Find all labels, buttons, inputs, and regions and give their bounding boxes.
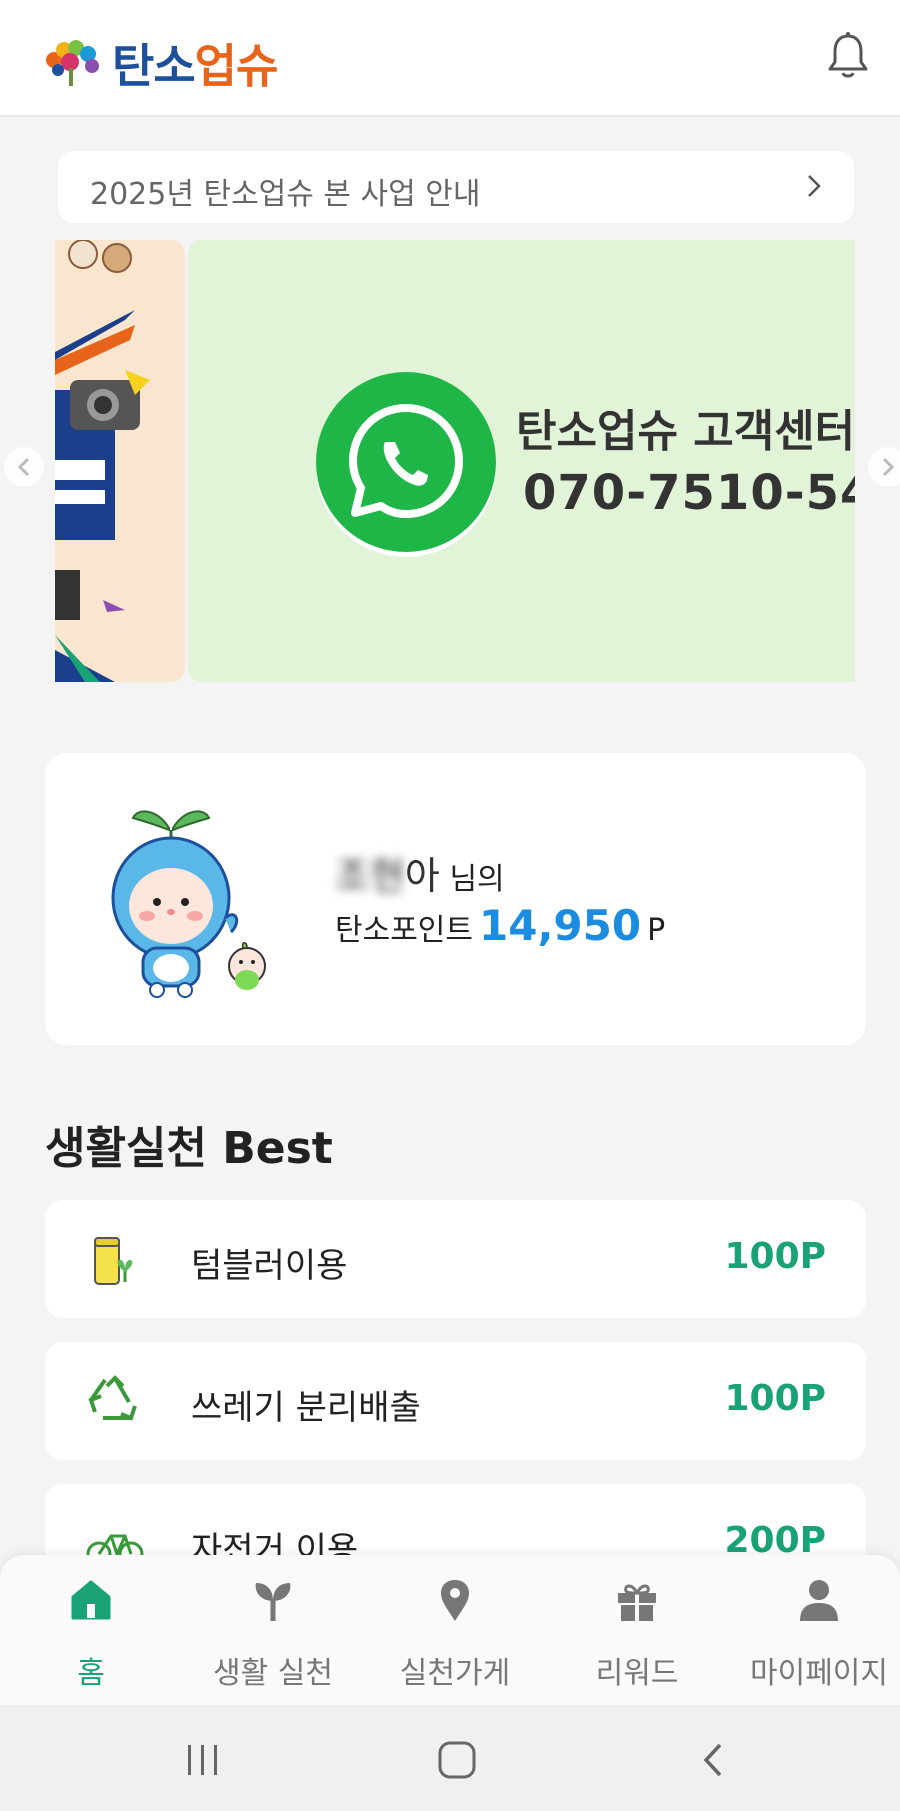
tab-reward[interactable]: 리워드 — [547, 1555, 727, 1705]
banner-slide-previous[interactable] — [55, 240, 185, 682]
points-line: 탄소포인트 14,950 P — [335, 901, 665, 950]
sprout-icon — [255, 1583, 291, 1621]
home-button-icon[interactable] — [432, 1735, 482, 1785]
tab-practice-store[interactable]: 실천가게 — [365, 1555, 545, 1705]
app-logo[interactable]: 탄소업슈 — [40, 30, 279, 96]
gift-icon — [618, 1584, 656, 1621]
points-label: 탄소포인트 — [335, 913, 473, 948]
logo-text-part1: 탄소 — [112, 39, 196, 93]
point-card[interactable]: 조현아 님의 탄소포인트 14,950 P — [45, 753, 866, 1045]
list-item-label: 텀블러이용 — [191, 1246, 348, 1286]
tab-label: 생활 실천 — [213, 1656, 333, 1691]
system-nav-bar — [0, 1705, 900, 1811]
user-name-suffix: 님의 — [449, 862, 505, 897]
banner-illustration — [55, 240, 150, 682]
tab-mypage[interactable]: 마이페이지 — [729, 1555, 900, 1705]
user-name-blurred: 조현 — [335, 854, 405, 898]
list-item-label: 쓰레기 분리배출 — [191, 1388, 421, 1428]
tab-life-practice[interactable]: 생활 실천 — [183, 1555, 363, 1705]
user-greeting: 조현아 님의 — [335, 845, 505, 900]
carousel-prev-button[interactable] — [4, 447, 44, 487]
section-title: 생활실천 Best — [45, 1123, 333, 1174]
tab-label: 마이페이지 — [750, 1656, 888, 1691]
banner-phone: 070-7510-5417 — [523, 465, 855, 521]
banner-title: 탄소업슈 고객센터 — [516, 406, 855, 457]
banner-slide-current[interactable]: 탄소업슈 고객센터 070-7510-5417 — [188, 240, 855, 682]
chevron-right-icon — [882, 457, 895, 477]
list-item-tumbler[interactable]: 텀블러이용 100P — [45, 1200, 866, 1318]
logo-text-part2: 업슈 — [194, 39, 279, 93]
banner-carousel[interactable]: 탄소업슈 고객센터 070-7510-5417 — [55, 240, 855, 682]
tab-label: 홈 — [77, 1656, 105, 1691]
home-icon — [71, 1580, 111, 1620]
list-item-points: 100P — [724, 1378, 826, 1419]
chevron-right-icon — [808, 175, 821, 197]
app-header: 탄소업슈 — [0, 0, 900, 117]
notice-text: 2025년 탄소업슈 본 사업 안내 — [90, 177, 481, 212]
tab-home[interactable]: 홈 — [1, 1555, 181, 1705]
recent-apps-icon[interactable] — [178, 1735, 228, 1785]
notice-bar[interactable]: 2025년 탄소업슈 본 사업 안내 — [58, 151, 854, 223]
back-icon[interactable] — [690, 1735, 740, 1785]
list-item-recycle[interactable]: 쓰레기 분리배출 100P — [45, 1342, 866, 1460]
person-icon — [800, 1580, 838, 1621]
tumbler-icon — [94, 1237, 133, 1285]
mascot-character — [111, 810, 266, 998]
points-value: 14,950 — [479, 901, 642, 950]
tab-label: 실천가게 — [399, 1656, 511, 1691]
chevron-left-icon — [17, 457, 30, 477]
user-name-end: 아 — [404, 854, 440, 898]
recycle-icon — [88, 1375, 137, 1421]
carousel-next-button[interactable] — [868, 447, 900, 487]
whatsapp-icon — [316, 372, 496, 557]
tab-label: 리워드 — [595, 1656, 679, 1691]
points-unit: P — [647, 913, 666, 948]
list-item-points: 100P — [724, 1236, 826, 1277]
bell-icon[interactable] — [822, 30, 874, 82]
bottom-tab-bar: 홈 생활 실천 실천가게 리워드 마이페이지 — [0, 1555, 900, 1705]
map-pin-icon — [441, 1580, 469, 1621]
logo-flower-icon — [46, 40, 99, 86]
